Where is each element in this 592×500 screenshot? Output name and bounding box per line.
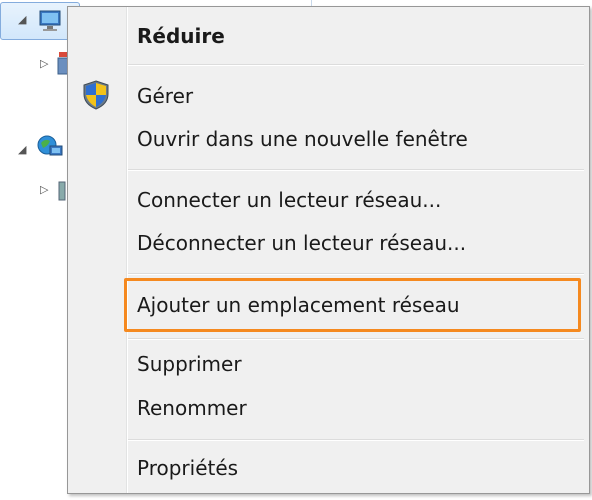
menu-item-label: Gérer: [137, 84, 194, 108]
menu-item-ouvrir-nouvelle-fenetre[interactable]: Ouvrir dans une nouvelle fenêtre: [68, 118, 589, 160]
menu-item-gerer[interactable]: Gérer: [68, 75, 589, 117]
menu-item-label: Réduire: [137, 24, 225, 48]
menu-item-deconnecter-lecteur[interactable]: Déconnecter un lecteur réseau...: [68, 222, 589, 264]
menu-item-label: Propriétés: [137, 456, 239, 480]
menu-separator: [128, 273, 584, 275]
computer-icon: [39, 10, 61, 31]
menu-item-label: Ouvrir dans une nouvelle fenêtre: [137, 127, 468, 151]
menu-item-ajouter-emplacement-reseau[interactable]: Ajouter un emplacement réseau: [68, 284, 589, 326]
network-icon: [37, 135, 63, 156]
menu-item-label: Déconnecter un lecteur réseau...: [137, 231, 467, 255]
menu-item-reduire[interactable]: Réduire: [68, 15, 589, 57]
menu-item-renommer[interactable]: Renommer: [68, 387, 589, 429]
menu-separator: [128, 64, 584, 66]
menu-item-label: Ajouter un emplacement réseau: [137, 293, 460, 317]
menu-item-connecter-lecteur[interactable]: Connecter un lecteur réseau...: [68, 179, 589, 221]
expanded-arrow-icon[interactable]: ◢: [18, 144, 26, 155]
menu-item-proprietes[interactable]: Propriétés: [68, 447, 589, 489]
menu-item-label: Renommer: [137, 396, 247, 420]
expanded-arrow-icon[interactable]: ◢: [18, 14, 26, 25]
menu-separator: [128, 439, 584, 441]
menu-separator: [128, 338, 584, 340]
menu-item-label: Supprimer: [137, 352, 242, 376]
menu-item-supprimer[interactable]: Supprimer: [68, 343, 589, 385]
menu-separator: [128, 169, 584, 171]
menu-item-label: Connecter un lecteur réseau...: [137, 188, 442, 212]
collapsed-arrow-icon[interactable]: ▷: [40, 184, 48, 195]
collapsed-arrow-icon[interactable]: ▷: [40, 58, 48, 69]
context-menu: Réduire Gérer Ouvrir dans une nouvelle f…: [67, 6, 590, 494]
